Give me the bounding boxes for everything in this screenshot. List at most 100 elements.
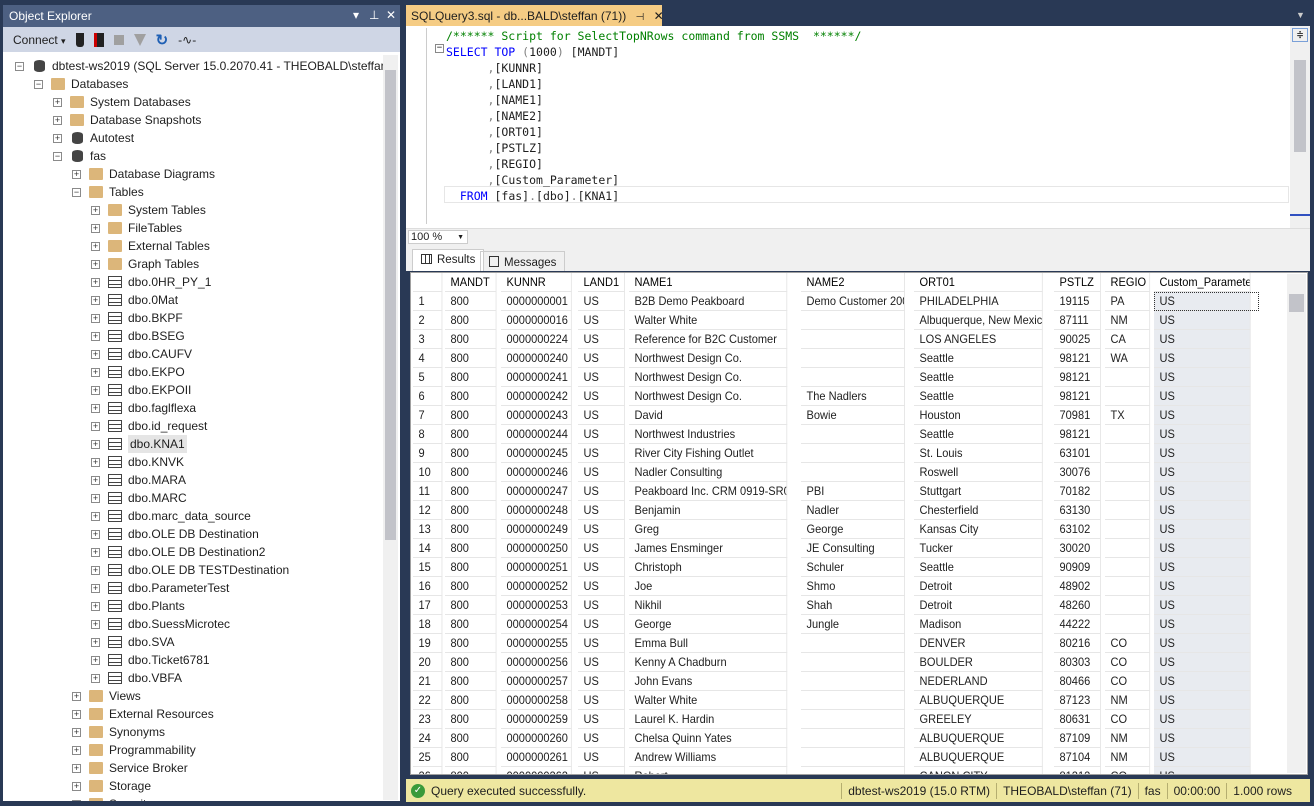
expand-icon[interactable]: +	[72, 800, 81, 801]
grid-cell[interactable]: 63101	[1054, 444, 1101, 463]
grid-cell[interactable]: 0000000254	[501, 615, 572, 634]
grid-cell[interactable]: 30020	[1054, 539, 1101, 558]
stop-icon[interactable]	[113, 34, 124, 45]
grid-cell[interactable]: TX	[1105, 406, 1151, 425]
grid-cell[interactable]: US	[578, 539, 625, 558]
grid-cell[interactable]: Walter White	[629, 691, 788, 710]
grid-cell[interactable]: ALBUQUERQUE	[914, 691, 1043, 710]
grid-cell[interactable]	[801, 425, 905, 444]
row-number[interactable]: 24	[413, 729, 443, 748]
grid-cell[interactable]: US	[1154, 596, 1251, 615]
grid-cell[interactable]	[801, 311, 905, 330]
row-number[interactable]: 25	[413, 748, 443, 767]
grid-cell[interactable]: GREELEY	[914, 710, 1043, 729]
grid-cell[interactable]: US	[1154, 539, 1251, 558]
expand-icon[interactable]: +	[91, 386, 100, 395]
grid-cell[interactable]: 800	[445, 672, 497, 691]
expand-icon[interactable]: +	[91, 656, 100, 665]
row-number[interactable]: 4	[413, 349, 443, 368]
grid-cell[interactable]: 800	[445, 482, 497, 501]
grid-cell[interactable]: US	[1154, 672, 1251, 691]
grid-cell[interactable]: Seattle	[914, 368, 1043, 387]
grid-cell[interactable]	[801, 748, 905, 767]
grid-cell[interactable]: 0000000016	[501, 311, 572, 330]
grid-cell[interactable]: Northwest Design Co.	[629, 368, 788, 387]
grid-cell[interactable]: 30076	[1054, 463, 1101, 482]
grid-cell[interactable]: Kenny A Chadburn	[629, 653, 788, 672]
grid-cell[interactable]: Nadler	[801, 501, 905, 520]
grid-cell[interactable]: Detroit	[914, 596, 1043, 615]
grid-cell[interactable]: Northwest Industries	[629, 425, 788, 444]
grid-cell[interactable]: Andrew Williams	[629, 748, 788, 767]
grid-cell[interactable]: Tucker	[914, 539, 1043, 558]
grid-cell[interactable]: US	[1154, 767, 1251, 774]
row-number[interactable]: 17	[413, 596, 443, 615]
grid-cell[interactable]	[1105, 387, 1151, 406]
grid-cell[interactable]: 70182	[1054, 482, 1101, 501]
grid-cell[interactable]: US	[578, 463, 625, 482]
grid-cell[interactable]	[801, 729, 905, 748]
activity-monitor-icon[interactable]: -∿-	[178, 33, 196, 47]
grid-cell[interactable]: Seattle	[914, 349, 1043, 368]
grid-cell[interactable]: 0000000224	[501, 330, 572, 349]
grid-cell[interactable]: WA	[1105, 349, 1151, 368]
grid-cell[interactable]: Reference for B2C Customer	[629, 330, 788, 349]
grid-cell[interactable]: 87111	[1054, 311, 1101, 330]
grid-cell[interactable]: 87123	[1054, 691, 1101, 710]
grid-cell[interactable]: Shmo	[801, 577, 905, 596]
grid-cell[interactable]: 0000000249	[501, 520, 572, 539]
grid-cell[interactable]: 800	[445, 710, 497, 729]
grid-cell[interactable]: Shah	[801, 596, 905, 615]
expand-icon[interactable]: +	[91, 296, 100, 305]
grid-cell[interactable]: DENVER	[914, 634, 1043, 653]
grid-cell[interactable]: 0000000241	[501, 368, 572, 387]
grid-cell[interactable]: 63102	[1054, 520, 1101, 539]
expand-icon[interactable]: +	[91, 548, 100, 557]
expand-icon[interactable]: +	[91, 458, 100, 467]
grid-cell[interactable]: 800	[445, 330, 497, 349]
grid-cell[interactable]: Madison	[914, 615, 1043, 634]
grid-cell[interactable]: 800	[445, 406, 497, 425]
grid-cell[interactable]: 87104	[1054, 748, 1101, 767]
tree-scrollbar-thumb[interactable]	[385, 70, 396, 540]
expand-icon[interactable]: +	[91, 494, 100, 503]
expand-icon[interactable]: +	[91, 476, 100, 485]
grid-cell[interactable]: 70981	[1054, 406, 1101, 425]
sql-editor[interactable]: − /****** Script for SelectTopNRows comm…	[406, 26, 1310, 228]
grid-cell[interactable]: US	[1154, 691, 1251, 710]
grid-cell[interactable]: US	[578, 558, 625, 577]
expand-icon[interactable]: +	[91, 278, 100, 287]
grid-cell[interactable]: Kansas City	[914, 520, 1043, 539]
grid-cell[interactable]: Schuler	[801, 558, 905, 577]
expand-icon[interactable]: +	[72, 710, 81, 719]
grid-cell[interactable]: 800	[445, 748, 497, 767]
column-header[interactable]: MANDT	[445, 273, 497, 292]
grid-cell[interactable]: US	[1154, 330, 1251, 349]
expand-icon[interactable]: +	[91, 314, 100, 323]
grid-cell[interactable]: St. Louis	[914, 444, 1043, 463]
grid-cell[interactable]: Seattle	[914, 425, 1043, 444]
grid-cell[interactable]: 90909	[1054, 558, 1101, 577]
grid-cell[interactable]: US	[578, 634, 625, 653]
expand-icon[interactable]: +	[91, 206, 100, 215]
editor-scrollbar-thumb[interactable]	[1294, 60, 1306, 152]
grid-cell[interactable]: 800	[445, 463, 497, 482]
grid-cell[interactable]: NM	[1105, 748, 1151, 767]
expand-icon[interactable]: +	[72, 170, 81, 179]
grid-cell[interactable]: US	[1154, 425, 1251, 444]
row-number[interactable]: 16	[413, 577, 443, 596]
row-number[interactable]: 6	[413, 387, 443, 406]
row-number[interactable]: 10	[413, 463, 443, 482]
grid-cell[interactable]: 87109	[1054, 729, 1101, 748]
grid-cell[interactable]: James Ensminger	[629, 539, 788, 558]
grid-cell[interactable]: US	[578, 710, 625, 729]
filter-icon[interactable]	[133, 33, 146, 46]
expand-icon[interactable]: +	[53, 116, 62, 125]
grid-cell[interactable]: CA	[1105, 330, 1151, 349]
grid-cell[interactable]: 98121	[1054, 368, 1101, 387]
grid-cell[interactable]: 0000000258	[501, 691, 572, 710]
grid-cell[interactable]: 0000000255	[501, 634, 572, 653]
grid-cell[interactable]: Walter White	[629, 311, 788, 330]
grid-scrollbar[interactable]	[1287, 274, 1306, 773]
grid-cell[interactable]: Robert	[629, 767, 788, 774]
